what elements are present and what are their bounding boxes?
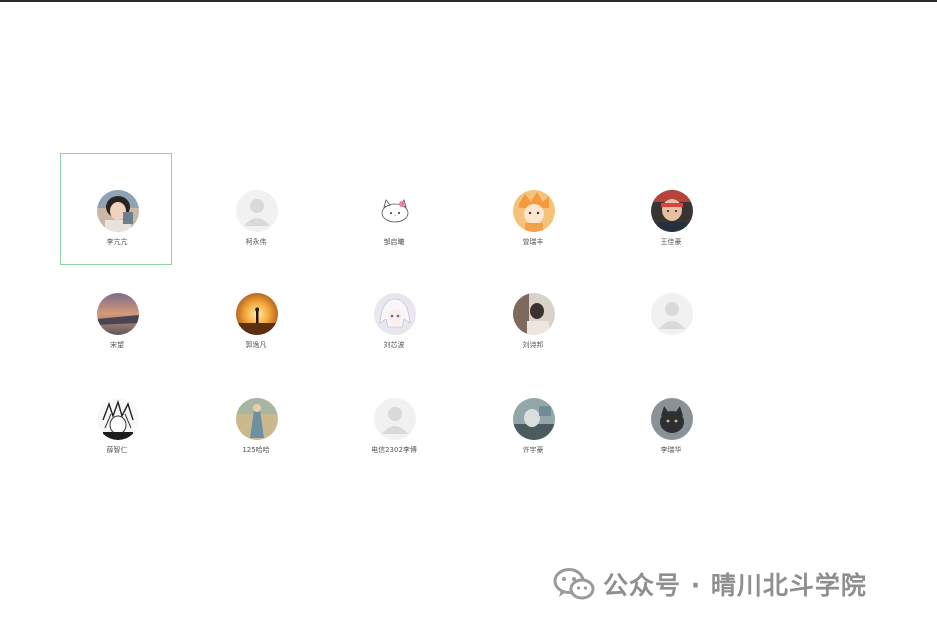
avatar-painting [236, 398, 278, 440]
contact-cell-4[interactable]: 曾瑞丰 [476, 153, 588, 265]
contact-cell-14[interactable]: 许宇豪 [476, 361, 588, 473]
contact-name: 柯永伟 [245, 238, 267, 246]
avatar-cartoon-orange [513, 190, 555, 232]
avatar-default-icon [374, 398, 416, 440]
contact-cell-6[interactable]: 宋望 [60, 256, 172, 368]
avatar-default-icon [651, 293, 693, 335]
contact-name: 郭逸凡 [245, 341, 267, 349]
contact-name: 李亢亢 [106, 238, 128, 246]
contact-cell-10[interactable] [614, 256, 726, 368]
contact-cell-1[interactable]: 李亢亢 [60, 153, 172, 265]
contact-name: 曾瑞丰 [522, 238, 544, 246]
avatar-manga-sketch [97, 398, 139, 440]
contact-name: 刘诗邦 [522, 341, 544, 349]
avatar-anime-white-hair [374, 293, 416, 335]
wechat-icon [553, 568, 595, 600]
contact-cell-5[interactable]: 王佳豪 [614, 153, 726, 265]
contact-cell-12[interactable]: 125哈哈 [199, 361, 311, 473]
contact-cell-11[interactable]: 薛智仁 [60, 361, 172, 473]
contact-name: 王佳豪 [660, 238, 682, 246]
contact-name: 刘芯波 [383, 341, 405, 349]
contact-cell-3[interactable]: 邹启曦 [337, 153, 449, 265]
avatar-photo-cat [651, 398, 693, 440]
avatar-sunset-sky [97, 293, 139, 335]
contact-cell-15[interactable]: 李瑞华 [614, 361, 726, 473]
avatar-photo-boy-red [651, 190, 693, 232]
contact-cell-8[interactable]: 刘芯波 [337, 256, 449, 368]
avatar-photo-room [513, 293, 555, 335]
contact-cell-2[interactable]: 柯永伟 [199, 153, 311, 265]
avatar-photo-blue [513, 398, 555, 440]
avatar-sunset-figure [236, 293, 278, 335]
contact-cell-9[interactable]: 刘诗邦 [476, 256, 588, 368]
avatar-photo-girl [97, 190, 139, 232]
contact-name: 宋望 [110, 341, 124, 349]
contact-name: 邹启曦 [383, 238, 405, 246]
contact-name: 许宇豪 [522, 446, 544, 454]
avatar-default-icon [236, 190, 278, 232]
watermark-text: 公众号 · 晴川北斗学院 [603, 571, 867, 600]
contact-cell-13[interactable]: 电信2302李博 [337, 361, 449, 473]
avatar-hello-kitty [374, 190, 416, 232]
contact-name: 薛智仁 [106, 446, 128, 454]
contact-cell-7[interactable]: 郭逸凡 [199, 256, 311, 368]
contact-name: 李瑞华 [660, 446, 682, 454]
contact-name: 125哈哈 [242, 446, 270, 454]
watermark: 公众号 · 晴川北斗学院 [553, 566, 867, 602]
contact-grid: 李亢亢 柯永伟 邹启曦 曾瑞丰 王佳豪 宋望 郭逸凡 刘芯波 刘诗邦 薛智仁 1… [0, 0, 937, 625]
contact-name: 电信2302李博 [371, 446, 417, 454]
